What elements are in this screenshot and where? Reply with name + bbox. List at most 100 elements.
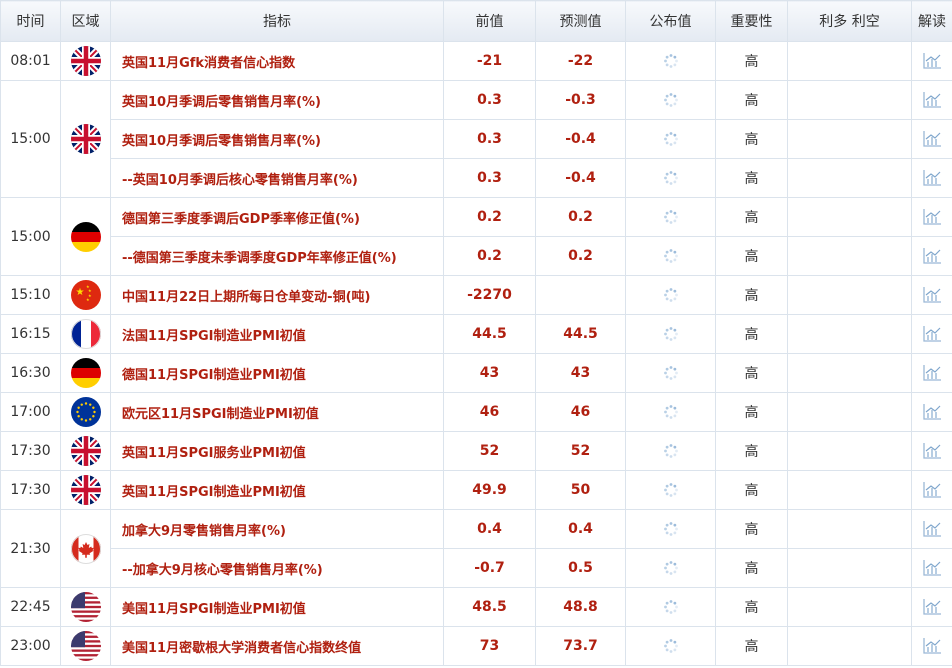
- indicator-name[interactable]: 英国11月SPGI制造业PMI初值: [110, 470, 444, 510]
- impact-cell: [787, 158, 912, 198]
- table-row[interactable]: 16:15 法国11月SPGI制造业PMI初值 44.5 44.5 高: [0, 314, 952, 354]
- region-cell: [60, 509, 111, 588]
- indicator-name[interactable]: 德国第三季度季调后GDP季率修正值(%): [110, 197, 444, 237]
- actual-value: [625, 353, 716, 393]
- event-time: 15:10: [0, 275, 61, 315]
- indicator-name[interactable]: --英国10月季调后核心零售销售月率(%): [110, 158, 444, 198]
- analysis-cell[interactable]: [911, 470, 952, 510]
- chart-icon[interactable]: [912, 520, 952, 538]
- analysis-cell[interactable]: [911, 548, 952, 588]
- impact-cell: [787, 236, 912, 276]
- analysis-cell[interactable]: [911, 314, 952, 354]
- chart-icon[interactable]: [912, 247, 952, 265]
- chart-icon[interactable]: [912, 403, 952, 421]
- table-row[interactable]: 23:00 美国11月密歇根大学消费者信心指数终值 73 73.7 高: [0, 626, 952, 666]
- indicator-name[interactable]: --加拿大9月核心零售销售月率(%): [110, 548, 444, 588]
- analysis-cell[interactable]: [911, 392, 952, 432]
- chart-icon[interactable]: [912, 286, 952, 304]
- forecast-value: 73.7: [535, 626, 626, 666]
- table-row[interactable]: 15:00 英国10月季调后零售销售月率(%) 0.3 -0.3 高: [0, 80, 952, 198]
- chart-icon[interactable]: [912, 169, 952, 187]
- table-row[interactable]: 17:30 英国11月SPGI制造业PMI初值 49.9 50 高: [0, 470, 952, 510]
- indicator-name[interactable]: 美国11月密歇根大学消费者信心指数终值: [110, 626, 444, 666]
- indicator-name[interactable]: 英国10月季调后零售销售月率(%): [110, 119, 444, 159]
- table-row[interactable]: 22:45 美国11月SPGI制造业PMI初值 48.5 48.8 高: [0, 587, 952, 627]
- table-row[interactable]: 15:00 德国第三季度季调后GDP季率修正值(%) 0.2 0.2 高: [0, 197, 952, 276]
- forecast-value: -22: [535, 41, 626, 81]
- table-row[interactable]: --英国10月季调后核心零售销售月率(%) 0.3 -0.4 高: [1, 158, 952, 198]
- analysis-cell[interactable]: [911, 80, 952, 120]
- previous-value: 0.3: [443, 80, 536, 120]
- chart-icon[interactable]: [912, 325, 952, 343]
- china-flag-icon: ★ ★ ★ ★ ★: [61, 280, 110, 310]
- forecast-value: [535, 275, 626, 315]
- canada-flag-icon: [61, 533, 110, 564]
- loading-spinner-icon: [626, 53, 715, 69]
- table-row[interactable]: 15:10 ★ ★ ★ ★ ★ 中国11月22日上期所每日仓单变动-铜(吨) -2270 高: [0, 275, 952, 315]
- analysis-cell[interactable]: [911, 158, 952, 198]
- chart-icon[interactable]: [912, 598, 952, 616]
- importance-level: 高: [715, 470, 788, 510]
- france-flag-icon: [61, 319, 110, 349]
- table-row[interactable]: 16:30 德国11月SPGI制造业PMI初值 43 43 高: [0, 353, 952, 393]
- chart-icon[interactable]: [912, 442, 952, 460]
- germany-flag-icon: [61, 221, 110, 252]
- indicator-name[interactable]: 中国11月22日上期所每日仓单变动-铜(吨): [110, 275, 444, 315]
- actual-value: [625, 41, 716, 81]
- uk-flag-icon: [61, 46, 110, 76]
- header-importance: 重要性: [715, 0, 788, 42]
- previous-value: 43: [443, 353, 536, 393]
- previous-value: -21: [443, 41, 536, 81]
- indicator-name[interactable]: 美国11月SPGI制造业PMI初值: [110, 587, 444, 627]
- analysis-cell[interactable]: [911, 119, 952, 159]
- analysis-cell[interactable]: [911, 41, 952, 81]
- table-row[interactable]: --加拿大9月核心零售销售月率(%) -0.7 0.5 高: [1, 548, 952, 588]
- indicator-name[interactable]: 德国11月SPGI制造业PMI初值: [110, 353, 444, 393]
- chart-icon[interactable]: [912, 52, 952, 70]
- table-row[interactable]: 17:30 英国11月SPGI服务业PMI初值 52 52 高: [0, 431, 952, 471]
- indicator-name[interactable]: 英国11月SPGI服务业PMI初值: [110, 431, 444, 471]
- indicator-name[interactable]: 法国11月SPGI制造业PMI初值: [110, 314, 444, 354]
- actual-value: [625, 275, 716, 315]
- forecast-value: 52: [535, 431, 626, 471]
- analysis-cell[interactable]: [911, 353, 952, 393]
- chart-icon[interactable]: [912, 91, 952, 109]
- analysis-cell[interactable]: [911, 626, 952, 666]
- analysis-cell[interactable]: [911, 587, 952, 627]
- table-row[interactable]: 英国10月季调后零售销售月率(%) 0.3 -0.4 高: [1, 119, 952, 159]
- analysis-cell[interactable]: [911, 275, 952, 315]
- previous-value: 44.5: [443, 314, 536, 354]
- indicator-name[interactable]: --德国第三季度未季调季度GDP年率修正值(%): [110, 236, 444, 276]
- table-row[interactable]: --德国第三季度未季调季度GDP年率修正值(%) 0.2 0.2 高: [1, 236, 952, 276]
- analysis-cell[interactable]: [911, 509, 952, 549]
- table-row[interactable]: 21:30 加拿大9月零售销售月率(%) 0.4 0.4 高: [0, 509, 952, 588]
- analysis-cell[interactable]: [911, 431, 952, 471]
- indicator-name[interactable]: 英国11月Gfk消费者信心指数: [110, 41, 444, 81]
- table-row[interactable]: 08:01 英国11月Gfk消费者信心指数 -21 -22 高: [0, 41, 952, 81]
- eu-flag-icon: [61, 397, 110, 427]
- chart-icon[interactable]: [912, 364, 952, 382]
- header-analysis: 解读: [911, 0, 952, 42]
- chart-icon[interactable]: [912, 208, 952, 226]
- chart-icon[interactable]: [912, 637, 952, 655]
- svg-text:★: ★: [75, 287, 84, 298]
- loading-spinner-icon: [626, 92, 715, 108]
- region-cell: ★ ★ ★ ★ ★: [60, 275, 111, 315]
- chart-icon[interactable]: [912, 481, 952, 499]
- importance-level: 高: [715, 119, 788, 159]
- importance-level: 高: [715, 197, 788, 237]
- analysis-cell[interactable]: [911, 236, 952, 276]
- actual-value: [625, 392, 716, 432]
- analysis-cell[interactable]: [911, 197, 952, 237]
- indicator-name[interactable]: 欧元区11月SPGI制造业PMI初值: [110, 392, 444, 432]
- indicator-name[interactable]: 加拿大9月零售销售月率(%): [110, 509, 444, 549]
- actual-value: [625, 548, 716, 588]
- chart-icon[interactable]: [912, 559, 952, 577]
- previous-value: 0.2: [443, 197, 536, 237]
- loading-spinner-icon: [626, 482, 715, 498]
- indicator-name[interactable]: 英国10月季调后零售销售月率(%): [110, 80, 444, 120]
- table-row[interactable]: 17:00 欧元区11月SPGI制造业PMI初值 46 46 高: [0, 392, 952, 432]
- event-time: 23:00: [0, 626, 61, 666]
- chart-icon[interactable]: [912, 130, 952, 148]
- header-impact: 利多 利空: [787, 0, 912, 42]
